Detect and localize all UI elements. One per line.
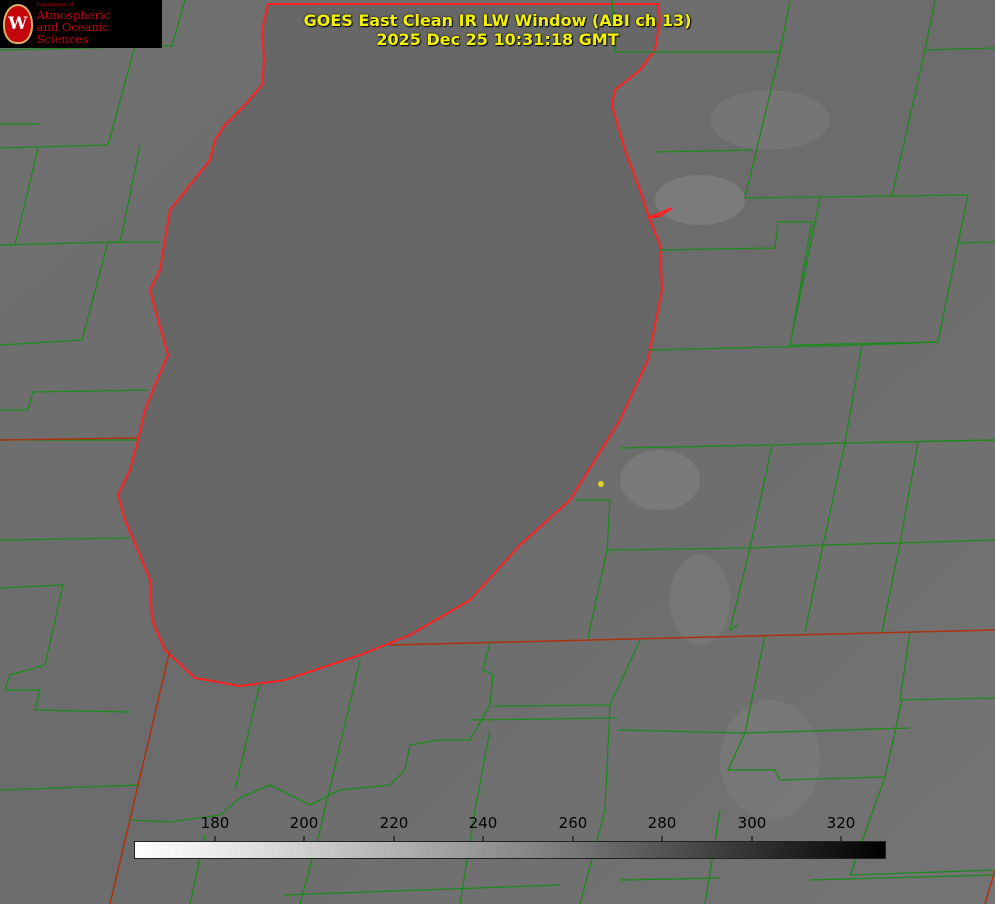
- colorbar-tick: 300: [737, 814, 767, 832]
- colorbar-tick: 220: [379, 814, 409, 832]
- location-marker: [598, 481, 604, 487]
- colorbar-tick: 260: [558, 814, 588, 832]
- brightness-temperature-colorbar: [134, 841, 886, 859]
- colorbar-tick: 200: [289, 814, 319, 832]
- satellite-map: W Department of Atmospheric and Oceanic …: [0, 0, 995, 904]
- map-canvas: [0, 0, 995, 904]
- colorbar-tick: 240: [468, 814, 498, 832]
- title-product: GOES East Clean IR LW Window (ABI ch 13): [303, 11, 692, 30]
- colorbar-tick: 180: [200, 814, 230, 832]
- image-title: GOES East Clean IR LW Window (ABI ch 13)…: [0, 11, 995, 49]
- colorbar-tick: 320: [826, 814, 856, 832]
- title-timestamp: 2025 Dec 25 10:31:18 GMT: [376, 30, 619, 49]
- colorbar-tick: 280: [647, 814, 677, 832]
- colorbar-tick-labels: 180 200 220 240 260 280 300 320: [0, 814, 995, 836]
